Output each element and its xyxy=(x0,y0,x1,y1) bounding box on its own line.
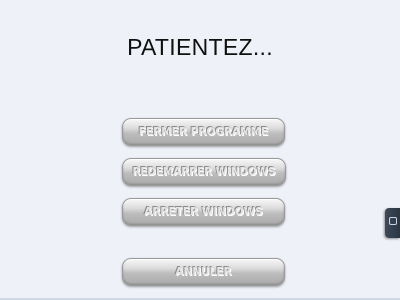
page-title: PATIENTEZ... xyxy=(127,34,273,60)
close-program-button[interactable]: FERMER PROGRAMME xyxy=(122,118,285,146)
shutdown-windows-button[interactable]: ARRETER WINDOWS xyxy=(122,198,285,226)
restart-windows-button[interactable]: REDEMARRER WINDOWS xyxy=(122,158,286,186)
cancel-button[interactable]: ANNULER xyxy=(122,258,285,286)
side-panel-tab[interactable] xyxy=(385,208,400,238)
window-icon xyxy=(389,217,397,225)
